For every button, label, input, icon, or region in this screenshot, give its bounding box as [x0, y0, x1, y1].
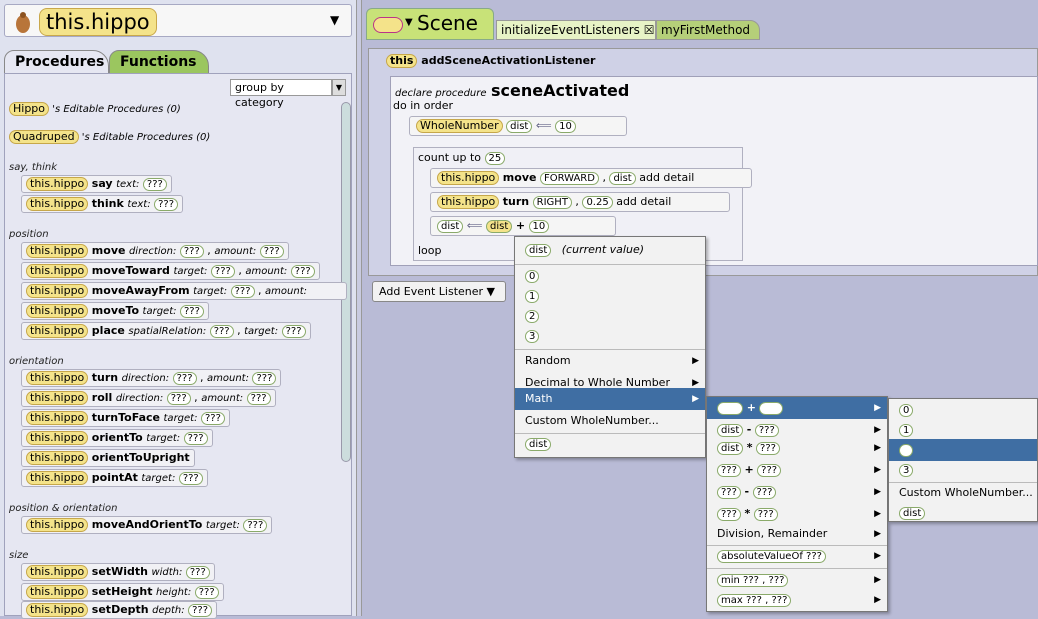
- tab-procedures[interactable]: Procedures: [4, 50, 109, 74]
- operand-dist[interactable]: dist: [889, 502, 926, 524]
- section-orientation: orientation: [9, 356, 64, 367]
- math-divrem[interactable]: Division, Remainder ▶: [707, 523, 887, 545]
- operand-custom[interactable]: Custom WholeNumber...: [889, 482, 1033, 504]
- submenu-arrow-icon: ▶: [874, 465, 881, 475]
- menu-item-2[interactable]: 2: [515, 305, 540, 327]
- procedure-palette: group by category ▼ Hippo 's Editable Pr…: [4, 73, 352, 619]
- procedure-body: declare procedure sceneActivated do in o…: [390, 76, 1038, 266]
- set-width-block[interactable]: this.hippo setWidth width: ???: [21, 563, 215, 581]
- place-block[interactable]: this.hippo place spatialRelation: ??? , …: [21, 322, 311, 340]
- menu-custom[interactable]: Custom WholeNumber...: [515, 410, 659, 432]
- operand-3[interactable]: 3: [889, 459, 914, 481]
- tab-scene[interactable]: ▼ Scene: [366, 8, 494, 40]
- scene-label: Scene: [417, 11, 478, 35]
- left-panel: this.hippo ▼ Procedures Functions group …: [0, 0, 356, 619]
- object-selector[interactable]: this.hippo ▼: [4, 4, 352, 37]
- set-height-block[interactable]: this.hippo setHeight height: ???: [21, 583, 224, 601]
- tab-my-first-method[interactable]: myFirstMethod: [656, 20, 760, 40]
- section-size: size: [9, 550, 29, 561]
- section-pos-orient: position & orientation: [9, 503, 118, 514]
- tab-initialize-event-listeners[interactable]: initializeEventListeners ☒: [496, 20, 656, 40]
- value-menu: dist (current value) 0 1 2 3 Random ▶ Dec…: [514, 236, 706, 458]
- move-toward-block[interactable]: this.hippo moveToward target: ??? , amou…: [21, 262, 320, 280]
- operand-submenu: 0 1 2 3 Custom WholeNumber... dist: [888, 398, 1038, 522]
- proc-name: sceneActivated: [490, 81, 630, 100]
- count-header: count up to 25: [418, 151, 506, 165]
- group-by-select[interactable]: group by category: [230, 79, 332, 109]
- math-q-plus[interactable]: ??? + ??? ▶: [707, 459, 887, 481]
- listener-header: this addSceneActivationListener: [386, 54, 1038, 70]
- move-to-block[interactable]: this.hippo moveTo target: ???: [21, 302, 209, 320]
- submenu-arrow-icon: ▶: [692, 356, 699, 366]
- add-event-listener-button[interactable]: Add Event Listener ▼: [372, 281, 506, 302]
- menu-random[interactable]: Random ▶: [515, 350, 705, 372]
- roll-block[interactable]: this.hippo roll direction: ??? , amount:…: [21, 389, 276, 407]
- quadruped-type-pill: Quadruped: [9, 130, 79, 144]
- orient-to-block[interactable]: this.hippo orientTo target: ???: [21, 429, 213, 447]
- think-block[interactable]: this.hippo think text: ???: [21, 195, 184, 213]
- hippo-editable-label: 's Editable Procedures (0): [52, 104, 181, 115]
- menu-item-1[interactable]: 1: [515, 285, 540, 307]
- this-pill: this: [386, 54, 418, 68]
- move-block[interactable]: this.hippo move direction: ??? , amount:…: [21, 242, 289, 260]
- turn-to-face-block[interactable]: this.hippo turnToFace target: ???: [21, 409, 230, 427]
- quad-editable-label: 's Editable Procedures (0): [81, 132, 211, 143]
- math-q-minus[interactable]: ??? - ??? ▶: [707, 481, 887, 503]
- operand-1[interactable]: 1: [889, 419, 914, 441]
- submenu-arrow-icon: ▶: [874, 487, 881, 497]
- hippo-editable-row: Hippo 's Editable Procedures (0): [9, 102, 181, 116]
- listener-label: addSceneActivationListener: [421, 54, 596, 67]
- set-depth-block[interactable]: this.hippo setDepth depth: ???: [21, 601, 218, 619]
- hippo-type-pill: Hippo: [9, 102, 50, 116]
- dropdown-arrow-icon[interactable]: ▼: [330, 13, 339, 27]
- submenu-arrow-icon: ▶: [874, 551, 881, 561]
- move-orient-block[interactable]: this.hippo moveAndOrientTo target: ???: [21, 516, 273, 534]
- section-position: position: [9, 229, 49, 240]
- chevron-down-icon[interactable]: ▼: [332, 79, 346, 96]
- turn-statement[interactable]: this.hippo turn RIGHT , 0.25 add detail: [430, 192, 730, 212]
- operand-2[interactable]: 2: [889, 439, 1037, 461]
- submenu-arrow-icon: ▶: [692, 394, 699, 404]
- orient-upright-block[interactable]: this.hippo orientToUpright: [21, 449, 195, 467]
- submenu-arrow-icon: ▶: [874, 403, 881, 413]
- scene-type-icon: [373, 17, 403, 33]
- quad-editable-row: Quadruped 's Editable Procedures (0): [9, 130, 210, 144]
- do-in-order-label: do in order: [393, 99, 454, 112]
- menu-current-value[interactable]: dist (current value): [515, 239, 644, 261]
- math-abs[interactable]: absoluteValueOf ??? ▶: [707, 545, 887, 567]
- count-value[interactable]: 25: [484, 152, 506, 165]
- declare-label: declare procedure: [395, 88, 487, 99]
- math-q-times[interactable]: ??? * ??? ▶: [707, 503, 887, 525]
- submenu-arrow-icon: ▶: [874, 595, 881, 605]
- turn-block[interactable]: this.hippo turn direction: ??? , amount:…: [21, 369, 282, 387]
- assign-statement[interactable]: dist ⟸ dist + 10: [430, 216, 616, 236]
- menu-item-0[interactable]: 0: [515, 265, 540, 287]
- menu-item-3[interactable]: 3: [515, 325, 540, 347]
- variable-declaration[interactable]: WholeNumber dist ⟸ 10: [409, 116, 627, 136]
- math-max[interactable]: max ??? , ??? ▶: [707, 589, 887, 611]
- tab-functions[interactable]: Functions: [109, 50, 209, 74]
- loop-label: loop: [418, 244, 442, 257]
- submenu-arrow-icon: ▶: [874, 443, 881, 453]
- operand-0[interactable]: 0: [889, 399, 914, 421]
- object-name: this.hippo: [39, 8, 157, 36]
- point-at-block[interactable]: this.hippo pointAt target: ???: [21, 469, 208, 487]
- math-dist-plus[interactable]: dist + ??? ▶: [707, 397, 887, 419]
- say-block[interactable]: this.hippo say text: ???: [21, 175, 172, 193]
- math-dist-times[interactable]: dist * ??? ▶: [707, 437, 887, 459]
- menu-math[interactable]: Math ▶: [515, 388, 705, 410]
- move-away-block[interactable]: this.hippo moveAwayFrom target: ??? , am…: [21, 282, 347, 300]
- count-label: count up to: [418, 151, 482, 164]
- hippo-icon: [16, 12, 30, 33]
- math-submenu: dist + ??? ▶ dist - ??? ▶ dist * ??? ▶ ??? …: [706, 396, 888, 612]
- submenu-arrow-icon: ▶: [874, 529, 881, 539]
- submenu-arrow-icon: ▶: [874, 575, 881, 585]
- submenu-arrow-icon: ▶: [874, 509, 881, 519]
- chevron-down-icon[interactable]: ▼: [405, 17, 413, 28]
- math-min[interactable]: min ??? , ??? ▶: [707, 569, 887, 591]
- section-say-think: say, think: [9, 162, 58, 173]
- move-statement[interactable]: this.hippo move FORWARD , dist add detai…: [430, 168, 752, 188]
- proc-declaration: declare procedure sceneActivated: [395, 81, 629, 100]
- menu-dist[interactable]: dist: [515, 433, 552, 455]
